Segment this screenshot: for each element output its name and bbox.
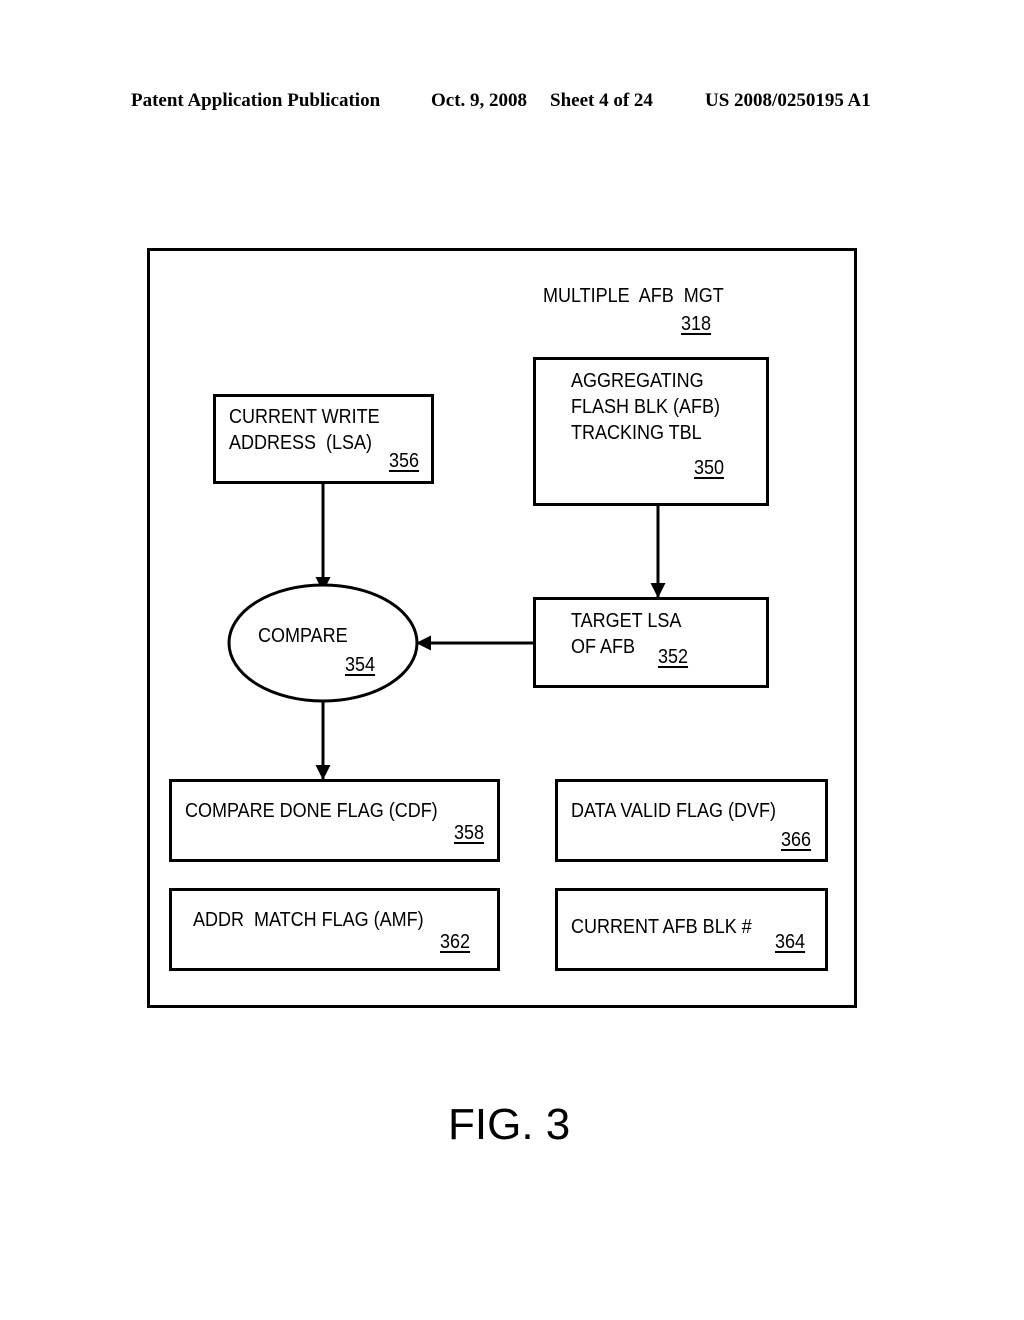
compare-ref: 354 — [345, 654, 376, 676]
afb-tracking-ref: 350 — [694, 457, 725, 479]
current-afb-blk-ref: 364 — [775, 931, 806, 953]
target-lsa-line-1: TARGET LSA — [571, 610, 682, 632]
dvf-label: DATA VALID FLAG (DVF) — [571, 800, 777, 822]
afb-tracking-line-2: FLASH BLK (AFB) — [571, 396, 721, 418]
dvf-ref: 366 — [781, 829, 812, 851]
cwa-ref: 356 — [389, 450, 420, 472]
amf-label: ADDR MATCH FLAG (AMF) — [193, 909, 424, 931]
compare-label: COMPARE — [258, 625, 348, 647]
afb-tracking-line-1: AGGREGATING — [571, 370, 704, 392]
current-afb-blk-label: CURRENT AFB BLK # — [571, 916, 752, 938]
amf-ref: 362 — [440, 931, 471, 953]
afb-tracking-line-3: TRACKING TBL — [571, 422, 702, 444]
target-lsa-line-2: OF AFB — [571, 636, 636, 658]
target-lsa-ref: 352 — [658, 646, 689, 668]
cdf-label: COMPARE DONE FLAG (CDF) — [185, 800, 438, 822]
cwa-line-2: ADDRESS (LSA) — [229, 432, 373, 454]
figure-label: FIG. 3 — [448, 1100, 571, 1149]
cdf-ref: 358 — [454, 822, 485, 844]
cwa-line-1: CURRENT WRITE — [229, 406, 380, 428]
